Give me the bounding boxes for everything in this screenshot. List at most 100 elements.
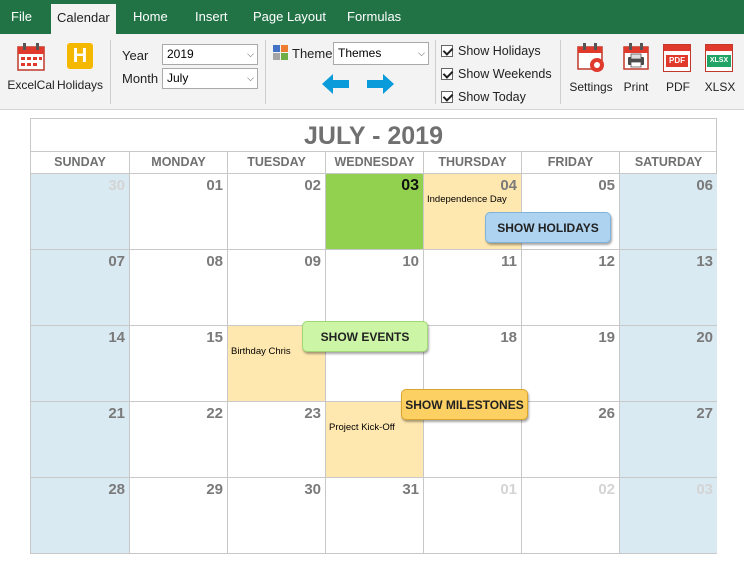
day-number: 02 [304, 177, 321, 194]
printer-icon [623, 43, 649, 70]
weekday-header: SUNDAY [31, 151, 129, 173]
show-weekends-checkbox[interactable]: Show Weekends [441, 67, 552, 81]
holidays-icon-letter: H [72, 45, 88, 67]
settings-label: Settings [569, 80, 613, 94]
tab-formulas[interactable]: Formulas [347, 0, 401, 34]
xlsx-icon-text: XLSX [707, 55, 731, 67]
day-event-note: Birthday Chris [231, 346, 291, 357]
ribbon-separator [110, 40, 111, 104]
checkmark-icon [441, 68, 453, 80]
day-event-note: Project Kick-Off [329, 422, 395, 433]
arrow-right-icon[interactable] [366, 74, 394, 94]
day-cell[interactable]: 29 [129, 477, 227, 553]
print-button[interactable]: Print [617, 42, 655, 94]
theme-select[interactable]: Themes ⌵ [333, 42, 429, 65]
theme-label: Theme [292, 46, 333, 61]
day-cell[interactable]: 30 [31, 173, 129, 249]
day-number: 06 [696, 177, 713, 194]
holidays-button[interactable]: H Holidays [56, 40, 104, 92]
day-number: 01 [500, 481, 517, 498]
month-select-value: July [167, 71, 189, 85]
ribbon-tab-bar: File Calendar Home Insert Page Layout Fo… [0, 0, 744, 34]
excelcal-button[interactable]: ExcelCal [6, 40, 56, 92]
day-cell[interactable]: 15 [129, 325, 227, 401]
month-select[interactable]: July ⌵ [162, 68, 258, 89]
chevron-down-icon: ⌵ [247, 49, 254, 59]
day-cell[interactable]: 22 [129, 401, 227, 477]
show-holidays-checkbox[interactable]: Show Holidays [441, 44, 541, 58]
day-number: 03 [696, 481, 713, 498]
day-cell[interactable]: 20 [619, 325, 717, 401]
xlsx-label: XLSX [704, 80, 736, 94]
day-number: 21 [108, 405, 125, 422]
tab-home[interactable]: Home [133, 0, 168, 34]
day-event-note: Independence Day [427, 194, 507, 205]
day-cell[interactable]: 21 [31, 401, 129, 477]
pdf-label: PDF [666, 80, 690, 94]
weekday-header: WEDNESDAY [325, 151, 423, 173]
day-cell[interactable]: 13 [619, 249, 717, 325]
pdf-icon-text: PDF [666, 55, 688, 67]
day-cell[interactable]: 10 [325, 249, 423, 325]
chevron-down-icon: ⌵ [247, 73, 254, 83]
day-cell[interactable]: 26 [521, 401, 619, 477]
day-number: 07 [108, 253, 125, 270]
pdf-button[interactable]: PDF PDF [660, 42, 696, 94]
day-cell[interactable]: 01 [129, 173, 227, 249]
tab-insert[interactable]: Insert [195, 0, 228, 34]
show-holidays-label: Show Holidays [458, 44, 541, 58]
day-cell[interactable]: 11 [423, 249, 521, 325]
day-cell[interactable]: 08 [129, 249, 227, 325]
settings-button[interactable]: Settings [567, 42, 615, 94]
day-cell[interactable]: 30 [227, 477, 325, 553]
day-cell[interactable]: 12 [521, 249, 619, 325]
year-select[interactable]: 2019 ⌵ [162, 44, 258, 65]
show-today-label: Show Today [458, 90, 526, 104]
day-cell[interactable]: 28 [31, 477, 129, 553]
day-number: 19 [598, 329, 615, 346]
day-cell[interactable]: 02 [521, 477, 619, 553]
year-label: Year [122, 48, 149, 63]
day-cell[interactable]: 19 [521, 325, 619, 401]
tab-page-layout[interactable]: Page Layout [253, 0, 326, 34]
tab-calendar[interactable]: Calendar [51, 4, 116, 34]
ribbon-panel: ExcelCal H Holidays Year 2019 ⌵ Month Ju… [0, 34, 744, 110]
year-select-value: 2019 [167, 47, 194, 61]
day-cell[interactable]: 07 [31, 249, 129, 325]
arrow-left-icon[interactable] [322, 74, 350, 94]
day-number: 03 [401, 177, 419, 194]
day-number: 18 [500, 329, 517, 346]
tab-file[interactable]: File [11, 0, 32, 34]
day-cell[interactable]: 27 [619, 401, 717, 477]
weekday-header: THURSDAY [423, 151, 521, 173]
holidays-icon: H [67, 43, 93, 69]
show-milestones-callout[interactable]: SHOW MILESTONES [401, 389, 528, 420]
day-cell[interactable]: 03 [619, 477, 717, 553]
day-number: 31 [402, 481, 419, 498]
weekday-header: MONDAY [129, 151, 227, 173]
day-cell[interactable]: 01 [423, 477, 521, 553]
theme-select-value: Themes [338, 46, 382, 60]
day-number: 09 [304, 253, 321, 270]
print-label: Print [623, 80, 649, 94]
day-cell[interactable]: 14 [31, 325, 129, 401]
show-today-checkbox[interactable]: Show Today [441, 90, 526, 104]
day-cell[interactable]: 09 [227, 249, 325, 325]
xlsx-button[interactable]: XLSX XLSX [700, 42, 740, 94]
settings-calendar-icon [577, 43, 604, 72]
show-events-callout[interactable]: SHOW EVENTS [302, 321, 428, 352]
calendar-icon [17, 43, 45, 71]
day-cell[interactable]: 02 [227, 173, 325, 249]
holidays-label: Holidays [56, 78, 104, 92]
month-calendar: JULY - 2019 SUNDAY MONDAY TUESDAY WEDNESDAY… [30, 118, 717, 554]
day-cell[interactable]: 03 [325, 173, 423, 249]
theme-icon [273, 45, 288, 60]
day-number: 27 [696, 405, 713, 422]
month-label: Month [122, 71, 159, 86]
day-cell[interactable]: 23 [227, 401, 325, 477]
day-cell[interactable]: 31 [325, 477, 423, 553]
show-holidays-callout[interactable]: SHOW HOLIDAYS [485, 212, 611, 243]
day-cell[interactable]: 06 [619, 173, 717, 249]
weekday-header: FRIDAY [521, 151, 619, 173]
day-number: 13 [696, 253, 713, 270]
